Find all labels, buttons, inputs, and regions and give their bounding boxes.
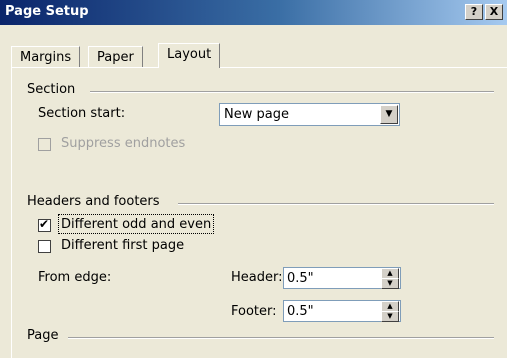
- section-start-select[interactable]: New page ▼: [219, 103, 400, 126]
- first-page-label: Different first page: [61, 238, 185, 253]
- header-distance-value: 0.5": [287, 271, 314, 286]
- first-page-checkbox[interactable]: [38, 240, 51, 253]
- section-divider: [90, 91, 494, 93]
- section-start-value: New page: [224, 107, 289, 122]
- page-divider: [68, 337, 494, 339]
- spin-down-icon[interactable]: ▼: [381, 311, 399, 322]
- tab-margins[interactable]: Margins: [11, 46, 81, 68]
- close-button[interactable]: X: [485, 4, 503, 20]
- footer-distance-value: 0.5": [287, 304, 314, 319]
- check-icon: ✔: [39, 217, 50, 231]
- footer-label: Footer:: [231, 304, 277, 319]
- spin-down-icon[interactable]: ▼: [381, 278, 399, 289]
- suppress-endnotes-checkbox[interactable]: [38, 138, 51, 151]
- tab-layout[interactable]: Layout: [158, 43, 221, 68]
- section-heading: Section: [27, 82, 76, 97]
- section-start-label: Section start:: [38, 106, 126, 121]
- odd-even-label: Different odd and even: [61, 217, 212, 232]
- headers-footers-heading: Headers and footers: [27, 194, 160, 209]
- footer-distance-field[interactable]: 0.5" ▲ ▼: [283, 300, 401, 322]
- from-edge-label: From edge:: [38, 270, 112, 285]
- header-distance-field[interactable]: 0.5" ▲ ▼: [283, 267, 401, 289]
- help-button[interactable]: ?: [465, 4, 483, 20]
- title-bar[interactable]: Page Setup ? X: [0, 0, 507, 25]
- tab-strip: Margins Paper Layout: [0, 25, 507, 358]
- header-label: Header:: [231, 270, 283, 285]
- chevron-down-icon[interactable]: ▼: [380, 105, 398, 124]
- page-heading: Page: [27, 328, 59, 343]
- tab-paper[interactable]: Paper: [88, 46, 143, 68]
- headers-footers-divider: [178, 203, 494, 205]
- odd-even-checkbox[interactable]: ✔: [38, 217, 51, 232]
- suppress-endnotes-label: Suppress endnotes: [61, 136, 186, 151]
- window-title: Page Setup: [5, 4, 89, 19]
